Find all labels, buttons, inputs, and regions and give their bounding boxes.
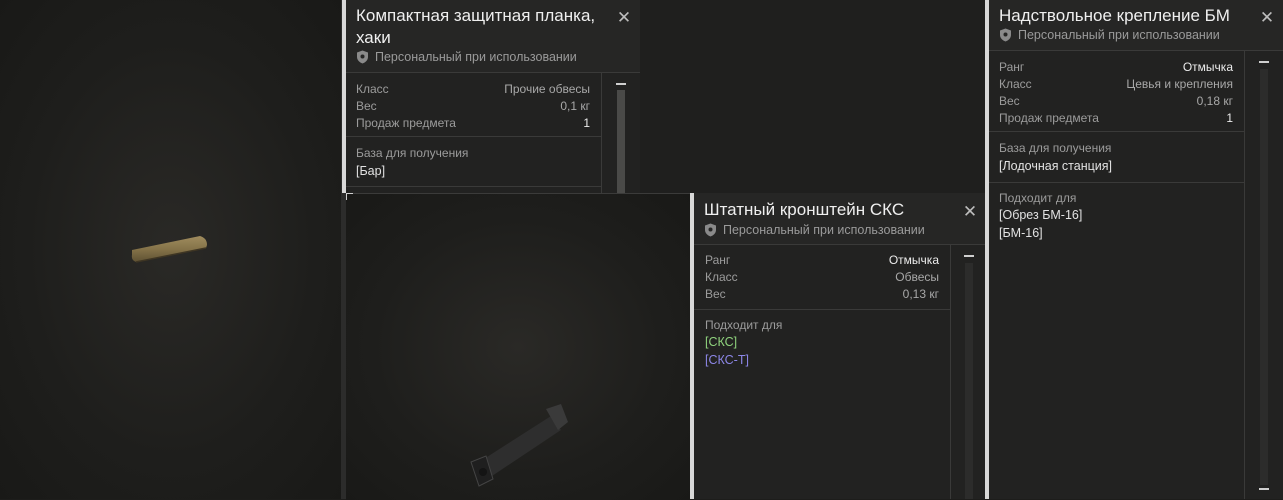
stat-value: Отмычка	[1182, 60, 1233, 74]
close-icon[interactable]: ✕	[614, 8, 634, 28]
fits-item-sks-t[interactable]: [СКС-Т]	[705, 353, 749, 367]
stat-label: Продаж предмета	[356, 116, 456, 130]
stat-value: 1	[583, 116, 590, 130]
tooltip-title: Штатный кронштейн СКС	[704, 200, 905, 219]
tooltip-header: Компактная защитная планка, хаки ✕ Персо…	[346, 0, 640, 73]
stat-label: Вес	[999, 94, 1020, 108]
fits-item-sks[interactable]: [СКС]	[705, 335, 737, 349]
scrollbar-bottom-cap[interactable]	[1259, 488, 1269, 490]
personal-status: Персональный при использовании	[704, 223, 925, 237]
item-model-khaki-rail	[131, 236, 207, 263]
shield-icon	[1000, 28, 1011, 42]
stat-row-sales: Продаж предмета 1	[356, 115, 590, 132]
base-value: [Лодочная станция]	[999, 159, 1113, 173]
stat-row-sales: Продаж предмета 1	[999, 110, 1233, 127]
tooltip-compact-rail: Компактная защитная планка, хаки ✕ Персо…	[342, 0, 640, 193]
stat-label: Класс	[356, 82, 389, 96]
scrollbar-track[interactable]	[1260, 69, 1268, 485]
stat-value: Обвесы	[895, 270, 939, 284]
stat-value: Прочие обвесы	[504, 82, 590, 96]
stat-value: 0,1 кг	[560, 99, 590, 113]
tooltip-accent	[985, 0, 989, 499]
base-label: База для получения	[356, 146, 469, 160]
stat-label: Продаж предмета	[999, 111, 1099, 125]
tooltip-title: Надствольное крепление БМ	[999, 6, 1230, 25]
stat-row-weight: Вес 0,18 кг	[999, 93, 1233, 110]
scrollbar-track[interactable]	[965, 263, 973, 499]
personal-status-label: Персональный при использовании	[723, 223, 925, 237]
stat-value: Цевья и крепления	[1126, 77, 1233, 91]
section-divider	[346, 136, 602, 137]
personal-status-label: Персональный при использовании	[375, 50, 577, 64]
stat-row-class: Класс Цевья и крепления	[999, 76, 1233, 93]
close-icon[interactable]: ✕	[960, 202, 980, 222]
stat-row-weight: Вес 0,1 кг	[356, 98, 590, 115]
tooltip-sks-bracket: Штатный кронштейн СКС ✕ Персональный при…	[690, 193, 990, 499]
tooltip-bm-mount: Надствольное крепление БМ ✕ Персональный…	[985, 0, 1283, 499]
stat-row-class: Класс Обвесы	[705, 269, 939, 286]
fits-label: Подходит для	[999, 191, 1077, 205]
section-divider	[989, 131, 1245, 132]
content-border	[950, 244, 951, 499]
content-border	[601, 72, 602, 193]
fits-label: Подходит для	[705, 318, 783, 332]
stat-label: Вес	[705, 287, 726, 301]
scrollbar-top-cap[interactable]	[964, 255, 974, 257]
scrollbar-top-cap[interactable]	[1259, 61, 1269, 63]
tooltip-header: Штатный кронштейн СКС ✕ Персональный при…	[694, 193, 990, 245]
personal-status-label: Персональный при использовании	[1018, 28, 1220, 42]
shield-icon	[357, 50, 368, 64]
stat-value: 0,18 кг	[1196, 94, 1233, 108]
stat-label: Класс	[999, 77, 1032, 91]
viewport-corner-mark	[346, 193, 353, 200]
fits-item-bm16[interactable]: [БМ-16]	[999, 226, 1043, 240]
shield-icon	[705, 223, 716, 237]
stat-row-weight: Вес 0,13 кг	[705, 286, 939, 303]
stat-label: Класс	[705, 270, 738, 284]
section-divider	[694, 309, 950, 310]
stat-value: Отмычка	[888, 253, 939, 267]
scrollbar-top-cap[interactable]	[616, 83, 626, 85]
stat-label: Ранг	[999, 60, 1025, 74]
content-border	[1244, 50, 1245, 499]
tooltip-header: Надствольное крепление БМ ✕ Персональный…	[989, 0, 1283, 51]
personal-status: Персональный при использовании	[999, 28, 1220, 42]
stat-value: 0,13 кг	[902, 287, 939, 301]
item-preview-center	[346, 193, 690, 500]
stat-label: Ранг	[705, 253, 731, 267]
item-model-sks-bracket	[470, 404, 568, 487]
fits-item-bm16-sawed[interactable]: [Обрез БМ-16]	[999, 208, 1082, 222]
scrollbar-thumb[interactable]	[617, 90, 625, 193]
stat-row-rank: Ранг Отмычка	[999, 59, 1233, 76]
stat-row-rank: Ранг Отмычка	[705, 252, 939, 269]
section-divider	[989, 182, 1245, 183]
base-label: База для получения	[999, 141, 1112, 155]
personal-status: Персональный при использовании	[356, 50, 577, 64]
item-preview-left	[0, 0, 342, 499]
background-area	[640, 0, 985, 193]
stat-row-class: Класс Прочие обвесы	[356, 81, 590, 98]
tooltip-title-line2: хаки	[356, 28, 391, 47]
stat-value: 1	[1226, 111, 1233, 125]
tooltip-title: Компактная защитная планка,	[356, 6, 596, 25]
stat-label: Вес	[356, 99, 377, 113]
close-icon[interactable]: ✕	[1257, 8, 1277, 28]
section-divider	[346, 186, 602, 187]
base-value: [Бар]	[356, 164, 386, 178]
